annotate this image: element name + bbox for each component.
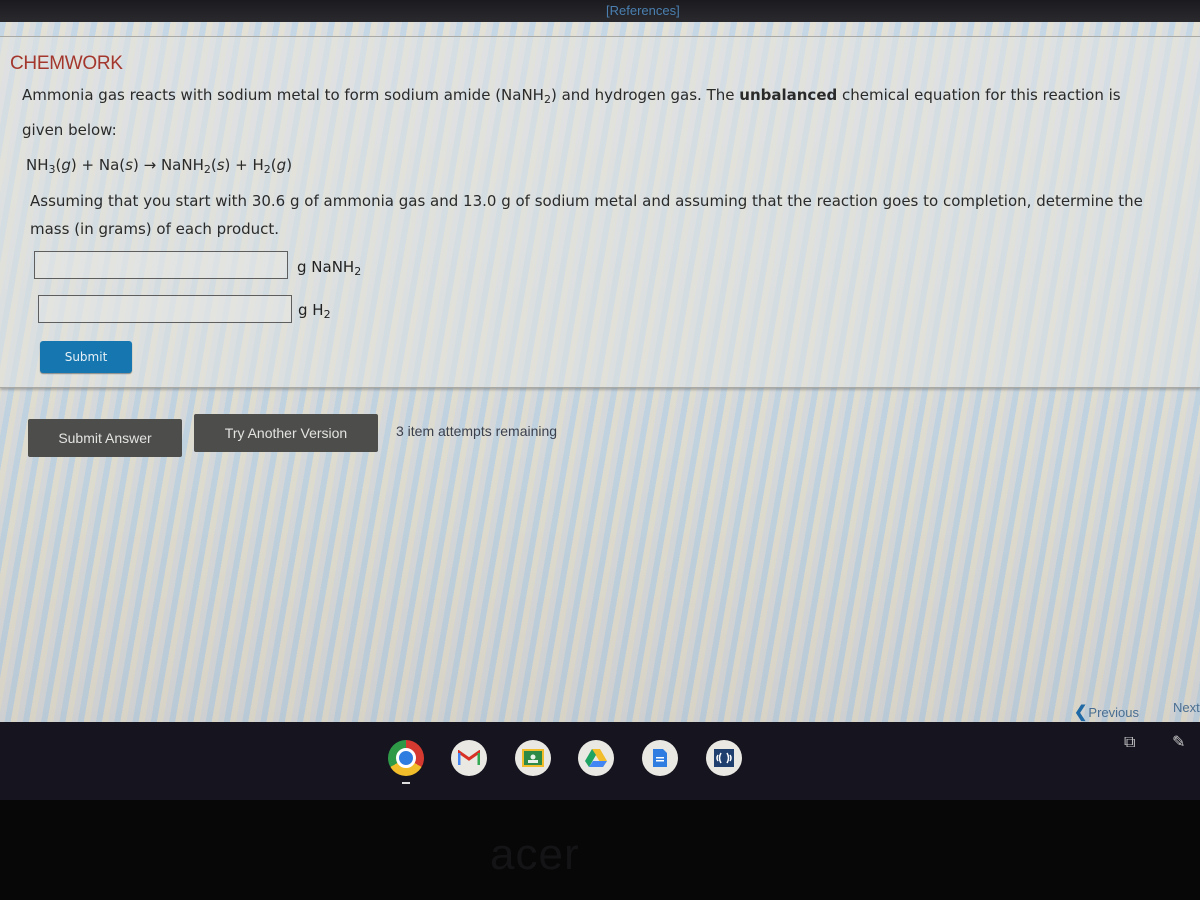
meet-icon[interactable] [706,740,742,776]
classroom-glyph [522,749,544,767]
docs-icon[interactable] [642,740,678,776]
stylus-pen-icon[interactable]: ✎ [1172,732,1185,751]
submit-answer-button[interactable]: Submit Answer [28,419,182,457]
question-prompt-line2: mass (in grams) of each product. [30,220,280,238]
chrome-active-indicator [402,782,410,784]
chromeos-shelf: ⧉ ✎ [0,722,1200,800]
unbalanced-emphasis: unbalanced [739,86,838,104]
try-another-version-button[interactable]: Try Another Version [194,414,378,452]
drive-glyph [585,749,607,767]
references-link[interactable]: [References] [606,3,680,18]
nanh2-mass-input[interactable] [34,251,288,279]
gmail-glyph [458,750,480,765]
screenshot-capture-icon[interactable]: ⧉ [1124,732,1135,752]
attempts-remaining: 3 item attempts remaining [396,423,558,439]
nanh2-unit-label: g NaNH2 [297,258,362,278]
question-prompt: Assuming that you start with 30.6 g of a… [30,192,1143,210]
chevron-left-icon: ❮ [1074,704,1088,721]
h2-unit-label: g H2 [298,301,331,321]
next-link[interactable]: Next [1173,700,1200,715]
gmail-icon[interactable] [451,740,487,776]
question-page: CHEMWORK Ammonia gas reacts with sodium … [0,22,1200,722]
reaction-arrow: → [138,156,161,174]
drive-icon[interactable] [578,740,614,776]
laptop-bezel: acer [0,800,1200,900]
classroom-icon[interactable] [515,740,551,776]
question-intro: Ammonia gas reacts with sodium metal to … [22,86,1121,106]
chemwork-brand: CHEMWORK [10,53,123,74]
submit-button[interactable]: Submit [40,341,132,373]
question-intro-line2: given below: [22,121,117,139]
acer-logo: acer [490,830,580,879]
chrome-icon[interactable] [388,740,424,776]
docs-glyph [653,749,667,767]
question-card: CHEMWORK Ammonia gas reacts with sodium … [0,36,1200,388]
chemical-equation: NH3(g) + Na(s) → NaNH2(s) + H2(g) [26,156,293,176]
h2-mass-input[interactable] [38,295,292,323]
previous-link[interactable]: ❮Previous [1074,702,1139,722]
meet-glyph [714,749,734,767]
browser-top-bar: [References] [0,0,1200,22]
